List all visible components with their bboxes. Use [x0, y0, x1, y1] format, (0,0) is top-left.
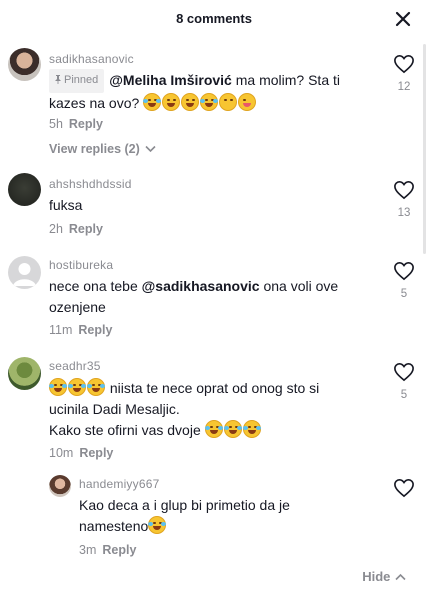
- like-button[interactable]: 13: [392, 180, 416, 219]
- like-count: 5: [400, 389, 408, 401]
- heart-icon: [394, 54, 414, 74]
- mention-link[interactable]: @Meliha Imširović: [109, 72, 232, 88]
- heart-icon: [394, 362, 414, 382]
- close-icon[interactable]: [392, 8, 414, 30]
- default-avatar-icon: [13, 263, 36, 286]
- comment-time: 11m: [49, 323, 73, 337]
- comment-username[interactable]: seadhr35: [49, 359, 101, 373]
- comment-text: nece ona tebe @sadikhasanovic ona voli o…: [49, 278, 339, 315]
- avatar[interactable]: [8, 173, 41, 206]
- pinned-badge: Pinned: [49, 69, 105, 93]
- comment-time: 10m: [49, 446, 74, 460]
- joy-emoji-icon: [223, 420, 242, 438]
- reply-button[interactable]: Reply: [69, 117, 103, 131]
- avatar[interactable]: [8, 357, 41, 390]
- comment-meta: 5h Reply: [49, 117, 103, 131]
- joy-emoji-icon: [242, 420, 261, 438]
- chevron-up-icon: [395, 573, 406, 581]
- chevron-down-icon: [145, 145, 156, 153]
- reply-button[interactable]: Reply: [69, 222, 103, 236]
- comment-username[interactable]: handemiyy667: [79, 477, 159, 491]
- joy-emoji-icon: [204, 420, 223, 438]
- comment-meta: 11m Reply: [49, 323, 112, 337]
- comment-time: 5h: [49, 117, 63, 131]
- grin-emoji-icon: [181, 93, 200, 111]
- comment-text: Pinned @Meliha Imširović ma molim? Sta ti…: [49, 69, 379, 114]
- mention-link[interactable]: @sadikhasanovic: [142, 278, 260, 294]
- comments-header: 8 comments: [0, 0, 428, 38]
- heart-icon: [394, 478, 414, 498]
- like-button[interactable]: 12: [392, 54, 416, 93]
- avatar[interactable]: [8, 256, 41, 289]
- pin-icon: [55, 75, 61, 84]
- comment-time: 2h: [49, 222, 63, 236]
- like-button[interactable]: 5: [392, 362, 416, 401]
- winking-tongue-emoji-icon: [238, 93, 257, 111]
- comment-time: 3m: [79, 543, 97, 557]
- comment-username[interactable]: sadikhasanovic: [49, 52, 134, 66]
- comment-username[interactable]: ahshshdhdssid: [49, 177, 132, 191]
- rofl-emoji-icon: [87, 378, 105, 396]
- comment-text: niista te nece oprat od onog sto si ucin…: [49, 378, 320, 438]
- like-count: 13: [397, 207, 411, 219]
- scrollbar[interactable]: [423, 44, 426, 254]
- like-count: 12: [397, 81, 411, 93]
- comment-meta: 2h Reply: [49, 222, 103, 236]
- joy-emoji-icon: [148, 516, 167, 534]
- heart-icon: [394, 261, 414, 281]
- heart-icon: [394, 180, 414, 200]
- hide-replies-button[interactable]: Hide: [362, 569, 406, 584]
- reply-button[interactable]: Reply: [79, 446, 113, 460]
- comment-text: fuksa: [49, 197, 83, 213]
- comments-count-title: 8 comments: [176, 11, 252, 26]
- like-count: 5: [400, 288, 408, 300]
- reply-button[interactable]: Reply: [102, 543, 136, 557]
- comment-username[interactable]: hostibureka: [49, 258, 113, 272]
- comment-text: Kao deca a i glup bi primetio da je name…: [79, 497, 290, 534]
- rofl-emoji-icon: [49, 378, 67, 396]
- grin-emoji-icon: [162, 93, 181, 111]
- joy-emoji-icon: [200, 93, 219, 111]
- shushing-emoji-icon: [219, 93, 238, 111]
- view-replies-button[interactable]: View replies (2): [49, 142, 156, 156]
- reply-button[interactable]: Reply: [78, 323, 112, 337]
- avatar[interactable]: [8, 48, 41, 81]
- like-button[interactable]: [392, 478, 416, 503]
- joy-emoji-icon: [143, 93, 162, 111]
- comment-meta: 3m Reply: [79, 543, 136, 557]
- like-button[interactable]: 5: [392, 261, 416, 300]
- comment-meta: 10m Reply: [49, 446, 113, 460]
- avatar[interactable]: [49, 475, 71, 497]
- rofl-emoji-icon: [68, 378, 86, 396]
